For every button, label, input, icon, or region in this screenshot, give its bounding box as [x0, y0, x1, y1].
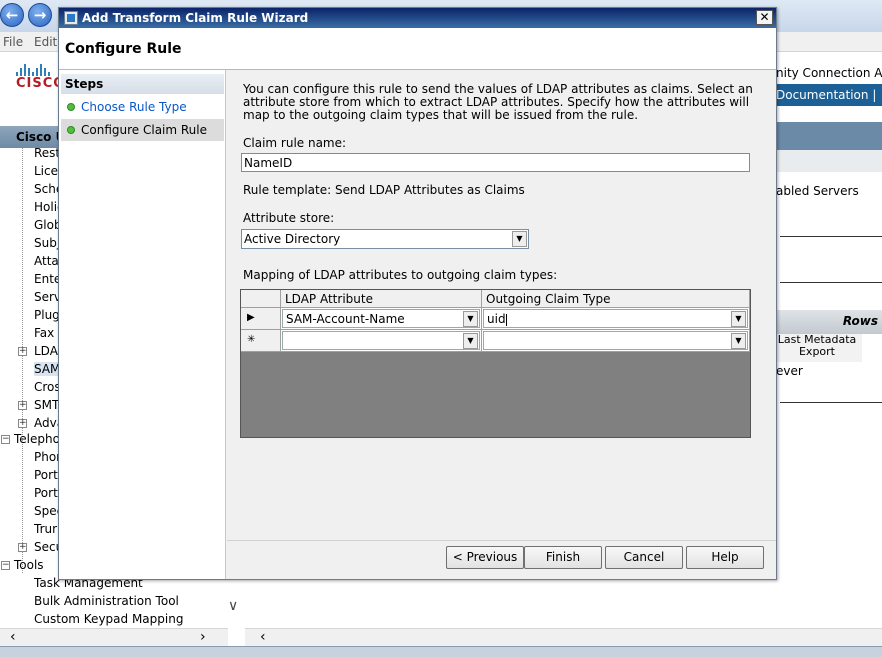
chevron-down-icon[interactable]: ▼ — [731, 311, 746, 327]
step-choose-rule-type[interactable]: Choose Rule Type — [61, 96, 224, 118]
step-complete-icon — [67, 103, 75, 111]
tree-item[interactable]: Cros — [34, 380, 61, 394]
claim-rule-name-label: Claim rule name: — [243, 136, 347, 150]
scroll-down-icon[interactable]: ∨ — [228, 598, 238, 614]
expand-icon[interactable]: + — [18, 401, 27, 410]
dialog-title: Add Transform Claim Rule Wizard — [82, 11, 309, 25]
expand-icon[interactable]: + — [18, 419, 27, 428]
scroll-right-icon[interactable]: › — [200, 629, 206, 645]
outgoing-claim-type-select[interactable]: ▼ — [483, 331, 748, 350]
collapse-icon[interactable]: − — [1, 435, 10, 444]
row-new-marker[interactable]: ✳ — [241, 330, 281, 352]
step-label: Configure Claim Rule — [81, 123, 207, 137]
tree-item[interactable]: Serv — [34, 290, 61, 304]
tree-header: Cisco U — [0, 126, 60, 148]
main-hscrollbar[interactable]: ‹ — [245, 628, 882, 646]
app-title-fragment: nity Connection Adr — [776, 66, 882, 80]
tree-item[interactable]: Port — [34, 486, 58, 500]
wizard-content: You can configure this rule to send the … — [227, 70, 776, 579]
menu-file[interactable]: File — [3, 35, 23, 49]
chevron-down-icon[interactable]: ▼ — [463, 311, 478, 327]
step-current-icon — [67, 126, 75, 134]
ldap-attribute-select[interactable]: ▼ — [282, 331, 480, 350]
table-row: ▼ — [281, 330, 482, 352]
scroll-left-icon[interactable]: ‹ — [10, 629, 16, 645]
app-nav-band — [772, 122, 882, 150]
finish-button[interactable]: Finish — [524, 546, 602, 569]
divider — [780, 236, 882, 237]
wizard-dialog: Add Transform Claim Rule Wizard ✕ Config… — [58, 7, 777, 580]
forward-icon[interactable]: → — [28, 3, 52, 27]
dialog-titlebar[interactable]: Add Transform Claim Rule Wizard ✕ — [59, 8, 776, 28]
tree-item[interactable]: Trur — [34, 522, 57, 536]
mapping-label: Mapping of LDAP attributes to outgoing c… — [243, 268, 558, 282]
attribute-store-select[interactable]: Active Directory ▼ — [241, 229, 529, 249]
table-row: SAM-Account-Name ▼ — [281, 308, 482, 330]
step-label: Choose Rule Type — [81, 100, 187, 114]
tree-item[interactable]: Rest — [34, 146, 60, 160]
tree-lines — [22, 148, 23, 573]
mapping-grid: LDAP Attribute Outgoing Claim Type ▶ SAM… — [240, 289, 751, 438]
rule-description: You can configure this rule to send the … — [243, 82, 753, 122]
close-button[interactable]: ✕ — [756, 10, 773, 25]
tree-item[interactable]: Custom Keypad Mapping — [34, 612, 183, 626]
button-bar-divider — [227, 540, 776, 541]
tree-item[interactable]: Atta — [34, 254, 59, 268]
taskbar — [0, 646, 882, 657]
page-title: Configure Rule — [65, 41, 182, 57]
steps-pane: Steps Choose Rule Type Configure Claim R… — [59, 70, 226, 579]
step-configure-claim-rule: Configure Claim Rule — [61, 119, 224, 141]
grid-corner — [241, 290, 281, 308]
expand-icon[interactable]: + — [18, 347, 27, 356]
divider — [780, 402, 882, 403]
claim-rule-name-input[interactable]: NameID — [241, 153, 750, 172]
collapse-icon[interactable]: − — [1, 561, 10, 570]
outgoing-claim-type-select[interactable]: uid ▼ — [483, 309, 748, 328]
app-subnav-band — [772, 150, 882, 172]
chevron-down-icon[interactable]: ▼ — [731, 333, 746, 349]
text-cursor — [505, 313, 507, 326]
tree-item[interactable]: SMT — [34, 398, 59, 412]
rows-bar: Rows — [772, 310, 882, 334]
wizard-icon — [64, 11, 78, 25]
divider — [780, 282, 882, 283]
table-row: uid ▼ — [482, 308, 750, 330]
tree-hscrollbar[interactable]: ‹ › — [0, 628, 228, 646]
attribute-store-value: Active Directory — [244, 232, 341, 246]
last-metadata-export-header[interactable]: Last Metadata Export — [772, 334, 862, 362]
help-button[interactable]: Help — [686, 546, 764, 569]
tree-item[interactable]: Fax — [34, 326, 54, 340]
steps-header: Steps — [61, 74, 224, 94]
chevron-down-icon[interactable]: ▼ — [512, 231, 527, 247]
dialog-header: Configure Rule — [59, 28, 776, 70]
tree-root-tools[interactable]: Tools — [14, 558, 44, 572]
tree-root-telephony[interactable]: Telepho — [14, 432, 60, 446]
column-header-ldap-attribute[interactable]: LDAP Attribute — [281, 290, 482, 308]
back-icon[interactable]: ← — [0, 3, 24, 27]
tree-item[interactable]: SAM — [34, 362, 61, 376]
ldap-attribute-select[interactable]: SAM-Account-Name ▼ — [282, 309, 480, 328]
tree-item[interactable]: Bulk Administration Tool — [34, 594, 179, 608]
row-current-marker[interactable]: ▶ — [241, 308, 281, 330]
enabled-servers-label: abled Servers — [776, 184, 859, 198]
tree-item[interactable]: Port — [34, 468, 58, 482]
scroll-left-icon[interactable]: ‹ — [260, 629, 266, 645]
previous-button[interactable]: < Previous — [446, 546, 524, 569]
outgoing-claim-type-value: uid — [487, 312, 506, 326]
attribute-store-label: Attribute store: — [243, 211, 335, 225]
table-cell: ever — [776, 364, 803, 378]
rule-template-text: Rule template: Send LDAP Attributes as C… — [243, 183, 525, 197]
tree-item[interactable]: Subj — [34, 236, 60, 250]
chevron-down-icon[interactable]: ▼ — [463, 333, 478, 349]
ldap-attribute-value: SAM-Account-Name — [286, 312, 405, 326]
table-row: ▼ — [482, 330, 750, 352]
documentation-link[interactable]: Documentation | — [772, 84, 882, 106]
menu-edit[interactable]: Edit — [34, 35, 57, 49]
cancel-button[interactable]: Cancel — [605, 546, 683, 569]
expand-icon[interactable]: + — [18, 543, 27, 552]
column-header-outgoing-claim-type[interactable]: Outgoing Claim Type — [482, 290, 750, 308]
tree-item[interactable]: Plug — [34, 308, 60, 322]
